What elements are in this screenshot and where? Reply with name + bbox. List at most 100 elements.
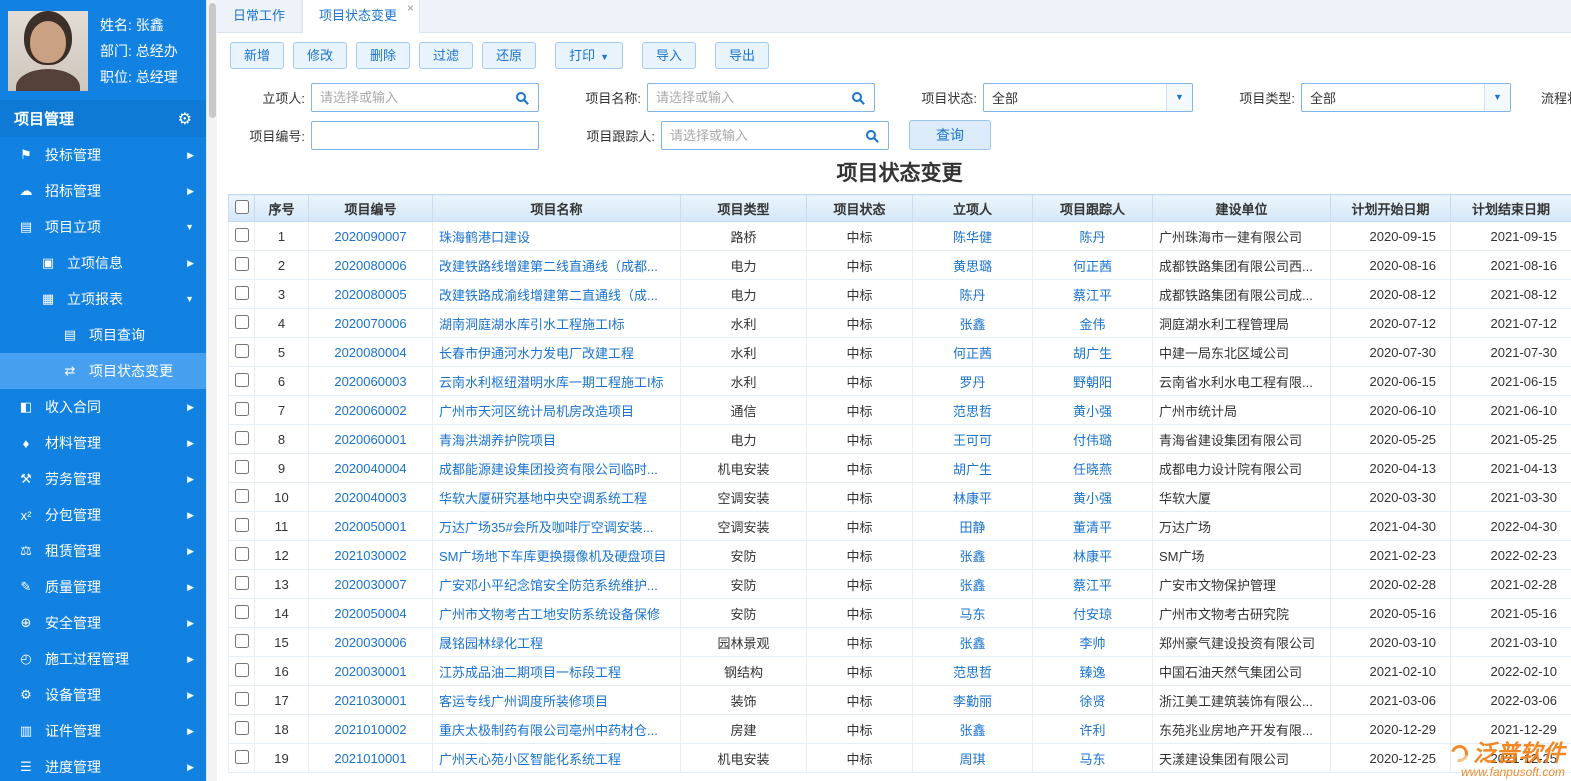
project-name-link[interactable]: 湖南洞庭湖水库引水工程施工I标 xyxy=(439,317,625,332)
column-header[interactable]: 计划结束日期 xyxy=(1450,194,1571,222)
project-name-link[interactable]: 万达广场35#会所及咖啡厅空调安装... xyxy=(439,520,654,535)
owner-link[interactable]: 范思哲 xyxy=(953,665,992,680)
tracker-link[interactable]: 黄小强 xyxy=(1073,404,1112,419)
project-name-link[interactable]: SM广场地下车库更换摄像机及硬盘项目 xyxy=(439,549,667,564)
tracker-link[interactable]: 付伟璐 xyxy=(1073,433,1112,448)
row-checkbox[interactable] xyxy=(235,343,249,358)
owner-link[interactable]: 张鑫 xyxy=(959,317,985,332)
tracker-link[interactable]: 许利 xyxy=(1079,723,1105,738)
search-icon[interactable] xyxy=(516,92,526,102)
project-type-select[interactable]: 全部 ▼ xyxy=(1301,82,1511,112)
gear-icon[interactable]: ⚙ xyxy=(178,109,192,129)
row-checkbox[interactable] xyxy=(235,720,249,735)
sidebar-item-initiation-report[interactable]: ▦ 立项报表 ▼ xyxy=(0,281,206,317)
tracker-link[interactable]: 臻逸 xyxy=(1079,665,1105,680)
project-name-link[interactable]: 云南水利枢纽潜明水库一期工程施工I标 xyxy=(439,375,664,390)
tracker-link[interactable]: 黄小强 xyxy=(1073,491,1112,506)
filter-button[interactable]: 过滤 xyxy=(419,42,474,69)
owner-link[interactable]: 李勤丽 xyxy=(953,694,992,709)
tracker-link[interactable]: 林康平 xyxy=(1073,549,1112,564)
project-code-link[interactable]: 2020060002 xyxy=(334,403,406,418)
owner-link[interactable]: 陈华健 xyxy=(953,230,992,245)
row-checkbox[interactable] xyxy=(235,459,249,474)
project-code-link[interactable]: 2020050001 xyxy=(334,519,406,534)
row-checkbox[interactable] xyxy=(235,314,249,329)
tracker-link[interactable]: 董清平 xyxy=(1073,520,1112,535)
project-code-link[interactable]: 2020040004 xyxy=(334,461,406,476)
sidebar-item-lease[interactable]: ⚖ 租赁管理 ▶ xyxy=(0,533,206,569)
tracker-link[interactable]: 陈丹 xyxy=(1079,230,1105,245)
row-checkbox[interactable] xyxy=(235,430,249,445)
scrollbar-thumb[interactable] xyxy=(209,3,216,118)
column-header[interactable]: 立项人 xyxy=(912,194,1033,222)
project-name-link[interactable]: 珠海鹤港口建设 xyxy=(439,230,530,245)
sidebar-item-project-query[interactable]: ▤ 项目查询 xyxy=(0,317,206,353)
project-code-link[interactable]: 2021030001 xyxy=(334,693,406,708)
project-name-link[interactable]: 广州天心苑小区智能化系统工程 xyxy=(439,752,621,767)
row-checkbox[interactable] xyxy=(235,517,249,532)
owner-link[interactable]: 黄思璐 xyxy=(953,259,992,274)
tracker-link[interactable]: 李帅 xyxy=(1079,636,1105,651)
project-name-link[interactable]: 广州市文物考古工地安防系统设备保修 xyxy=(439,607,660,622)
owner-link[interactable]: 张鑫 xyxy=(959,636,985,651)
column-header[interactable]: 项目状态 xyxy=(806,194,913,222)
sidebar-item-construction-process[interactable]: ◴ 施工过程管理 ▶ xyxy=(0,641,206,677)
project-name-link[interactable]: 晟铭园林绿化工程 xyxy=(439,636,543,651)
chevron-down-icon[interactable]: ▼ xyxy=(1166,83,1192,111)
owner-link[interactable]: 罗丹 xyxy=(959,375,985,390)
column-header[interactable]: 项目类型 xyxy=(680,194,807,222)
project-name-link[interactable]: 重庆太极制药有限公司亳州中药材仓... xyxy=(439,723,658,738)
tracker-link[interactable]: 何正茜 xyxy=(1073,259,1112,274)
owner-link[interactable]: 张鑫 xyxy=(959,549,985,564)
project-name-link[interactable]: 改建铁路成渝线增建第二直通线（成... xyxy=(439,288,658,303)
add-button[interactable]: 新增 xyxy=(230,42,285,69)
row-checkbox[interactable] xyxy=(235,372,249,387)
project-name-link[interactable]: 改建铁路线增建第二线直通线（成都... xyxy=(439,259,658,274)
tracker-link[interactable]: 野朝阳 xyxy=(1073,375,1112,390)
select-all-checkbox[interactable] xyxy=(234,199,249,214)
row-checkbox[interactable] xyxy=(235,633,249,648)
sidebar-item-safety[interactable]: ⊕ 安全管理 ▶ xyxy=(0,605,206,641)
owner-link[interactable]: 王可可 xyxy=(953,433,992,448)
tracker-link[interactable]: 马东 xyxy=(1079,752,1105,767)
sidebar-item-tender[interactable]: ☁ 招标管理 ▶ xyxy=(0,173,206,209)
sidebar-item-labor[interactable]: ⚒ 劳务管理 ▶ xyxy=(0,461,206,497)
sidebar-item-project-status-change[interactable]: ⇄ 项目状态变更 xyxy=(0,353,206,389)
project-code-link[interactable]: 2020080005 xyxy=(334,287,406,302)
owner-link[interactable]: 胡广生 xyxy=(953,462,992,477)
sidebar-item-equipment[interactable]: ⚙ 设备管理 ▶ xyxy=(0,677,206,713)
tracker-link[interactable]: 蔡江平 xyxy=(1073,578,1112,593)
row-checkbox[interactable] xyxy=(235,604,249,619)
row-checkbox[interactable] xyxy=(235,227,249,242)
tracker-link[interactable]: 徐贤 xyxy=(1079,694,1105,709)
row-checkbox[interactable] xyxy=(235,662,249,677)
owner-link[interactable]: 田静 xyxy=(959,520,985,535)
sidebar-item-project-initiation[interactable]: ▤ 项目立项 ▼ xyxy=(0,209,206,245)
project-name-link[interactable]: 广安邓小平纪念馆安全防范系统维护... xyxy=(439,578,658,593)
project-code-link[interactable]: 2021010002 xyxy=(334,722,406,737)
delete-button[interactable]: 删除 xyxy=(356,42,411,69)
project-code-link[interactable]: 2020080006 xyxy=(334,258,406,273)
owner-link[interactable]: 周琪 xyxy=(959,752,985,767)
sidebar-item-quality[interactable]: ✎ 质量管理 ▶ xyxy=(0,569,206,605)
project-name-link[interactable]: 客运专线广州调度所装修项目 xyxy=(439,694,608,709)
search-icon[interactable] xyxy=(852,92,862,102)
sidebar-scrollbar[interactable] xyxy=(206,0,217,781)
owner-input[interactable] xyxy=(312,83,516,111)
project-code-link[interactable]: 2021030002 xyxy=(334,548,406,563)
tracker-link[interactable]: 付安琼 xyxy=(1073,607,1112,622)
print-button[interactable]: 打印 ▼ xyxy=(555,42,624,69)
query-button[interactable]: 查询 xyxy=(909,120,991,150)
search-icon[interactable] xyxy=(866,130,876,140)
project-code-link[interactable]: 2020030006 xyxy=(334,635,406,650)
tracker-link[interactable]: 蔡江平 xyxy=(1073,288,1112,303)
column-header[interactable]: 项目名称 xyxy=(432,194,681,222)
project-name-link[interactable]: 广州市天河区统计局机房改造项目 xyxy=(439,404,634,419)
project-code-link[interactable]: 2020070006 xyxy=(334,316,406,331)
tracker-link[interactable]: 胡广生 xyxy=(1073,346,1112,361)
sidebar-item-income-contract[interactable]: ◧ 收入合同 ▶ xyxy=(0,389,206,425)
tab-daily-work[interactable]: 日常工作 xyxy=(217,0,303,32)
import-button[interactable]: 导入 xyxy=(642,42,697,69)
sidebar-item-bid[interactable]: ⚑ 投标管理 ▶ xyxy=(0,137,206,173)
row-checkbox[interactable] xyxy=(235,691,249,706)
